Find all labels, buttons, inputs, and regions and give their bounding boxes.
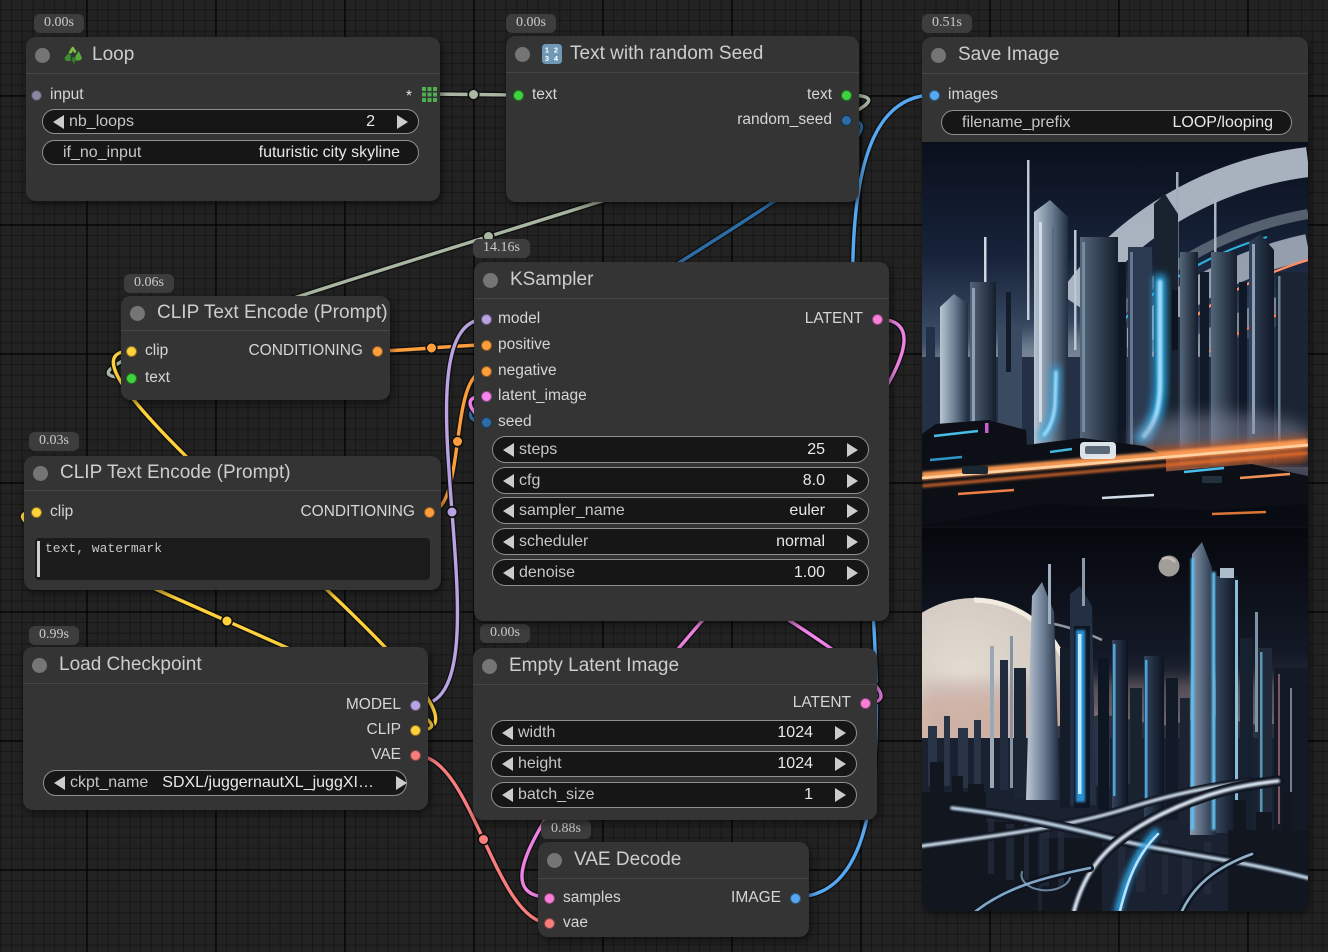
- svg-text:3: 3: [545, 54, 549, 63]
